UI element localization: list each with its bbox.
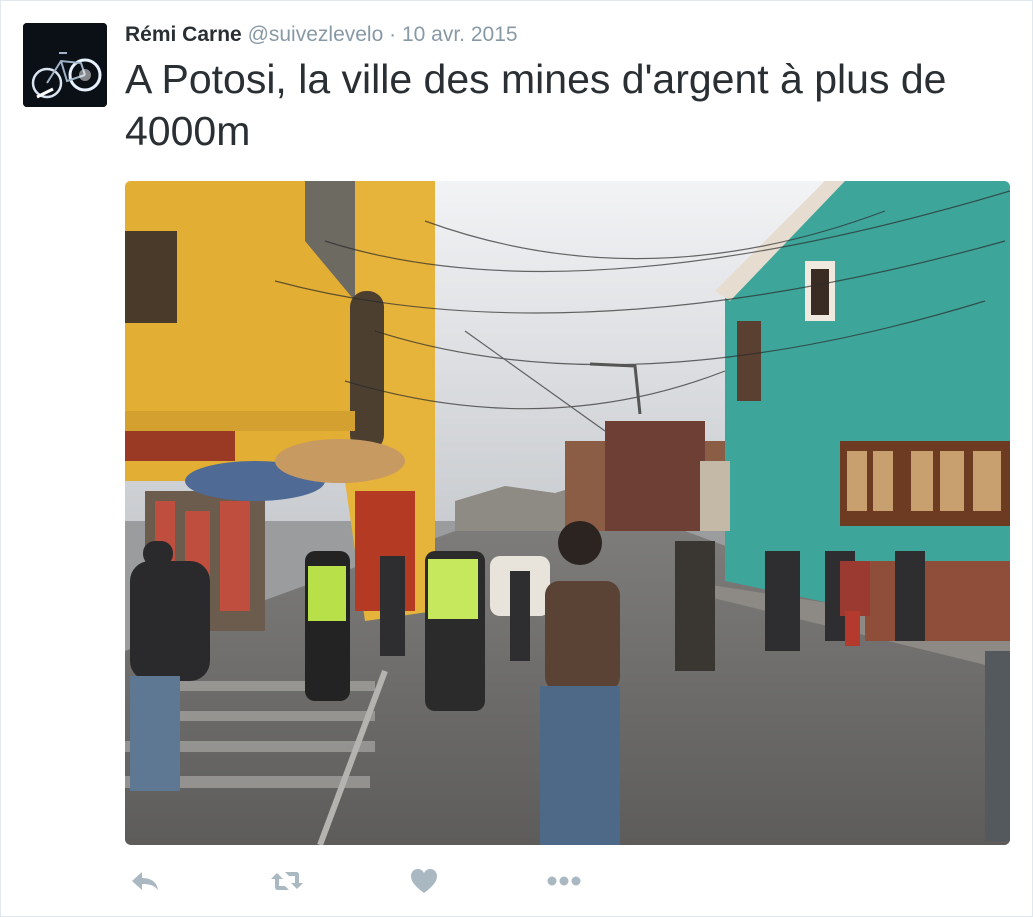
header-separator: ·	[389, 23, 397, 46]
tweet-photo[interactable]	[125, 181, 1010, 845]
retweet-button[interactable]	[266, 863, 308, 899]
like-button[interactable]	[404, 863, 444, 899]
bicycle-photo-icon	[23, 23, 107, 107]
author-username[interactable]: @suivezlevelo	[248, 23, 384, 46]
tweet-header: Rémi Carne @suivezlevelo · 10 avr. 2015	[125, 21, 518, 49]
tweet-card: Rémi Carne @suivezlevelo · 10 avr. 2015 …	[0, 0, 1033, 917]
heart-icon	[411, 869, 437, 893]
tweet-text: A Potosi, la ville des mines d'argent à …	[125, 56, 947, 154]
reply-icon	[132, 872, 158, 890]
more-dots-icon	[547, 876, 581, 886]
more-button[interactable]	[544, 863, 584, 899]
tweet-date[interactable]: 10 avr. 2015	[402, 23, 518, 46]
author-fullname[interactable]: Rémi Carne	[125, 23, 242, 46]
reply-button[interactable]	[125, 863, 165, 899]
avatar[interactable]	[23, 23, 107, 107]
street-photo	[125, 181, 1010, 845]
retweet-icon	[271, 872, 303, 890]
